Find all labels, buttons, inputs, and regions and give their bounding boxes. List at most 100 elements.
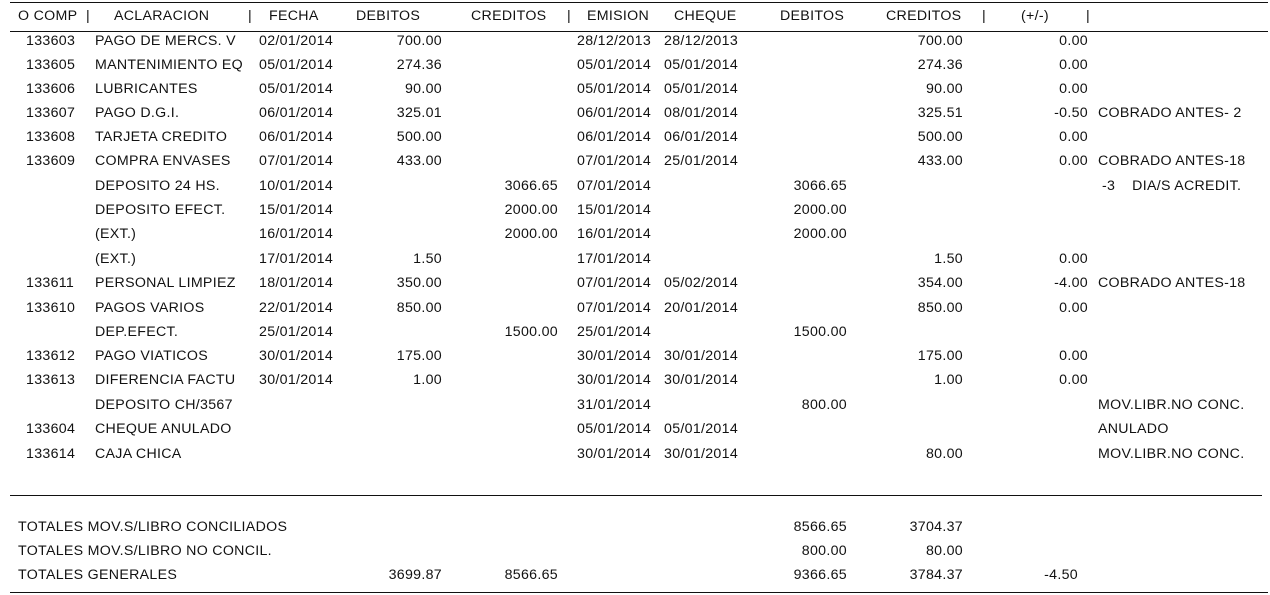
diferencia: 0.00 xyxy=(1059,57,1088,73)
header-debitos-banco: DEBITOS xyxy=(780,8,845,24)
debito-banco: 1500.00 xyxy=(793,324,847,340)
table-row: 133603 PAGO DE MERCS. V 02/01/2014 700.0… xyxy=(0,29,1270,53)
debito-libro: 325.01 xyxy=(396,105,442,121)
header-diferencia: (+/-) xyxy=(1021,8,1049,24)
totals-debito-banco: 9366.65 xyxy=(793,567,847,583)
credito-banco: 80.00 xyxy=(925,446,963,462)
totals-label: TOTALES MOV.S/LIBRO NO CONCIL. xyxy=(18,543,272,559)
aclaracion: CAJA CHICA xyxy=(95,446,182,462)
totals-debito-banco: 8566.65 xyxy=(793,519,847,535)
diferencia: 0.00 xyxy=(1059,153,1088,169)
aclaracion: DIFERENCIA FACTU xyxy=(95,372,236,388)
emision: 05/01/2014 xyxy=(577,57,652,73)
comp-number: 133614 xyxy=(26,446,76,462)
cheque: 30/01/2014 xyxy=(664,372,739,388)
totals-credito-banco: 80.00 xyxy=(925,543,963,559)
credito-banco: 433.00 xyxy=(917,153,963,169)
fecha: 22/01/2014 xyxy=(259,300,334,316)
aclaracion: TARJETA CREDITO xyxy=(95,129,228,145)
header-separator: | xyxy=(567,8,571,24)
table-row: 133610 PAGOS VARIOS 22/01/2014 850.00 07… xyxy=(0,296,1270,320)
aclaracion: (EXT.) xyxy=(95,226,137,242)
header-creditos-banco: CREDITOS xyxy=(886,8,962,24)
header-cheque: CHEQUE xyxy=(674,8,737,24)
fecha: 05/01/2014 xyxy=(259,81,334,97)
fecha: 06/01/2014 xyxy=(259,129,334,145)
aclaracion: PAGOS VARIOS xyxy=(95,300,205,316)
table-row: DEPOSITO EFECT. 15/01/2014 2000.00 15/01… xyxy=(0,198,1270,222)
header-aclaracion: ACLARACION xyxy=(114,8,210,24)
comp-number: 133605 xyxy=(26,57,76,73)
table-row: 133614 CAJA CHICA 30/01/2014 30/01/2014 … xyxy=(0,442,1270,466)
emision: 06/01/2014 xyxy=(577,105,652,121)
debito-banco: 2000.00 xyxy=(793,202,847,218)
table-row: 133613 DIFERENCIA FACTU 30/01/2014 1.00 … xyxy=(0,368,1270,392)
credito-libro: 2000.00 xyxy=(504,202,558,218)
credito-libro: 3066.65 xyxy=(504,178,558,194)
fecha: 10/01/2014 xyxy=(259,178,334,194)
cheque: 05/01/2014 xyxy=(664,421,739,437)
totals-debito-banco: 800.00 xyxy=(801,543,847,559)
credito-banco: 175.00 xyxy=(917,348,963,364)
table-row: 133605 MANTENIMIENTO EQ 05/01/2014 274.3… xyxy=(0,53,1270,77)
emision: 30/01/2014 xyxy=(577,372,652,388)
observacion: COBRADO ANTES- 2 xyxy=(1098,105,1242,121)
emision: 07/01/2014 xyxy=(577,178,652,194)
credito-banco: 90.00 xyxy=(925,81,963,97)
header-creditos-libro: CREDITOS xyxy=(471,8,547,24)
aclaracion: DEP.EFECT. xyxy=(95,324,179,340)
totals-credito-libro: 8566.65 xyxy=(504,567,558,583)
debito-banco: 3066.65 xyxy=(793,178,847,194)
fecha: 07/01/2014 xyxy=(259,153,334,169)
comp-number: 133608 xyxy=(26,129,76,145)
credito-banco: 1.00 xyxy=(934,372,963,388)
debito-libro: 433.00 xyxy=(396,153,442,169)
aclaracion: PAGO D.G.I. xyxy=(95,105,180,121)
observacion: -3 DIA/S ACREDIT. xyxy=(1102,178,1242,194)
table-row: 133609 COMPRA ENVASES 07/01/2014 433.00 … xyxy=(0,149,1270,173)
cheque: 28/12/2013 xyxy=(664,33,739,49)
debito-banco: 2000.00 xyxy=(793,226,847,242)
table-row: (EXT.) 16/01/2014 2000.00 16/01/2014 200… xyxy=(0,222,1270,246)
observacion: ANULADO xyxy=(1098,421,1169,437)
diferencia: 0.00 xyxy=(1059,372,1088,388)
header-separator: | xyxy=(982,8,986,24)
debito-libro: 90.00 xyxy=(404,81,442,97)
aclaracion: DEPOSITO 24 HS. xyxy=(95,178,220,194)
cheque: 08/01/2014 xyxy=(664,105,739,121)
debito-libro: 500.00 xyxy=(396,129,442,145)
comp-number: 133604 xyxy=(26,421,76,437)
comp-number: 133611 xyxy=(26,275,75,291)
debito-banco: 800.00 xyxy=(801,397,847,413)
comp-number: 133606 xyxy=(26,81,76,97)
aclaracion: COMPRA ENVASES xyxy=(95,153,231,169)
emision: 25/01/2014 xyxy=(577,324,652,340)
table-row: 133612 PAGO VIATICOS 30/01/2014 175.00 3… xyxy=(0,344,1270,368)
cheque: 30/01/2014 xyxy=(664,348,739,364)
emision: 05/01/2014 xyxy=(577,81,652,97)
credito-banco: 500.00 xyxy=(917,129,963,145)
diferencia: 0.00 xyxy=(1059,81,1088,97)
totals-label: TOTALES MOV.S/LIBRO CONCILIADOS xyxy=(18,519,288,535)
cheque: 05/01/2014 xyxy=(664,81,739,97)
table-row: (EXT.) 17/01/2014 1.50 17/01/2014 1.50 0… xyxy=(0,247,1270,271)
emision: 30/01/2014 xyxy=(577,348,652,364)
cheque: 25/01/2014 xyxy=(664,153,739,169)
credito-libro: 1500.00 xyxy=(504,324,558,340)
emision: 15/01/2014 xyxy=(577,202,652,218)
aclaracion: LUBRICANTES xyxy=(95,81,198,97)
header-separator: | xyxy=(1086,8,1090,24)
cheque: 05/01/2014 xyxy=(664,57,739,73)
diferencia: 0.00 xyxy=(1059,33,1088,49)
credito-banco: 325.51 xyxy=(917,105,963,121)
comp-number: 133613 xyxy=(26,372,76,388)
table-row: 133604 CHEQUE ANULADO 05/01/2014 05/01/2… xyxy=(0,417,1270,441)
aclaracion: PAGO VIATICOS xyxy=(95,348,208,364)
emision: 07/01/2014 xyxy=(577,300,652,316)
cheque: 20/01/2014 xyxy=(664,300,739,316)
table-row: DEP.EFECT. 25/01/2014 1500.00 25/01/2014… xyxy=(0,320,1270,344)
fecha: 18/01/2014 xyxy=(259,275,334,291)
diferencia: 0.00 xyxy=(1059,300,1088,316)
debito-libro: 175.00 xyxy=(396,348,442,364)
emision: 31/01/2014 xyxy=(577,397,652,413)
